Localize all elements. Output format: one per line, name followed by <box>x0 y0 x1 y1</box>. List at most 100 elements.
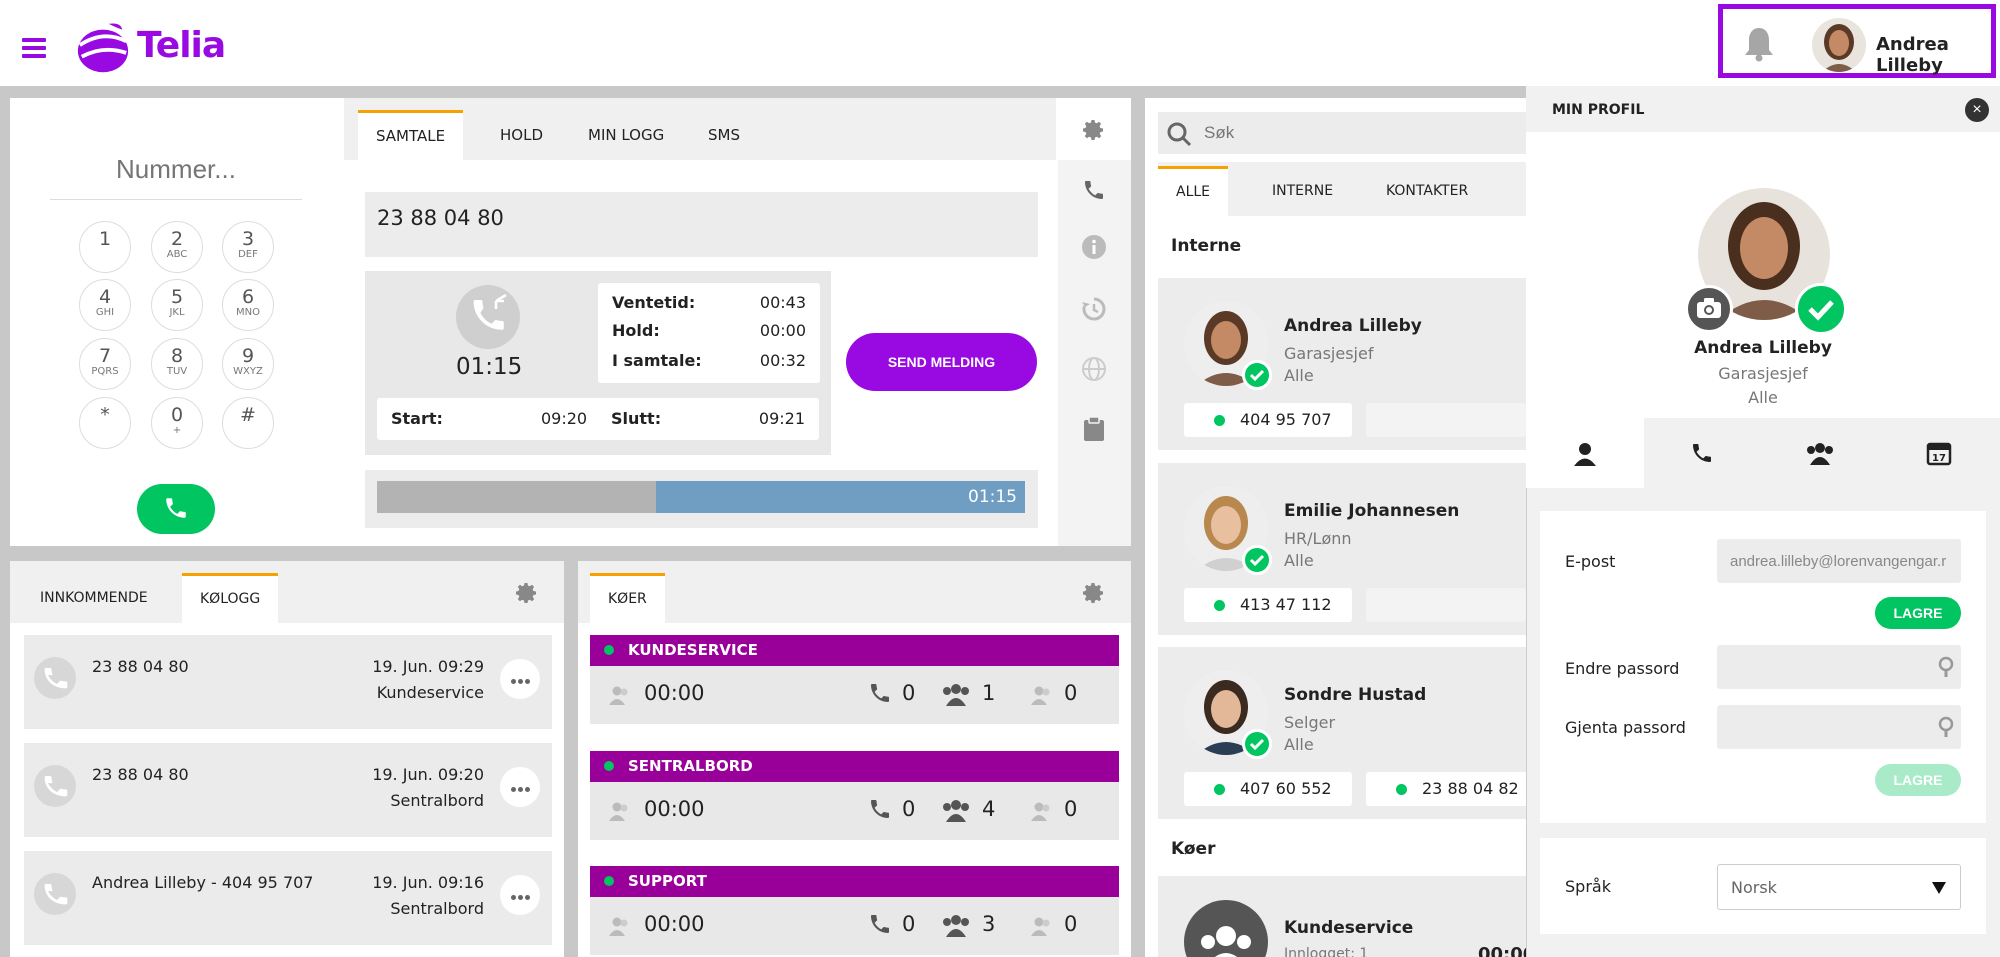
svg-text:17: 17 <box>1932 453 1946 464</box>
tab-sms[interactable]: SMS <box>690 110 758 160</box>
end-label: Slutt: <box>611 409 662 428</box>
tab-samtale[interactable]: SAMTALE <box>358 110 464 160</box>
avatar[interactable] <box>1812 18 1866 72</box>
tab-interne[interactable]: INTERNE <box>1254 166 1351 216</box>
tab-hold[interactable]: HOLD <box>482 110 561 160</box>
list-item[interactable]: 23 88 04 80 19. Jun. 09:20 Sentralbord <box>24 743 552 837</box>
tab-innkommende[interactable]: INNKOMMENDE <box>22 573 166 623</box>
dial-key[interactable]: 8 TUV <box>151 338 203 390</box>
call-times: Start: 09:20 Slutt: 09:21 <box>377 398 819 440</box>
info-icon[interactable] <box>1081 234 1107 260</box>
queue-name: KUNDESERVICE <box>628 641 758 659</box>
stat-label: Ventetid: <box>612 293 696 312</box>
dial-key[interactable]: 4 GHI <box>79 279 131 331</box>
email-field[interactable] <box>1717 539 1961 583</box>
dial-key[interactable]: 9 WXYZ <box>222 338 274 390</box>
tab-koer[interactable]: KØER <box>590 573 665 623</box>
person-icon <box>1030 685 1054 710</box>
phone-icon[interactable] <box>1082 178 1106 202</box>
status-dot <box>604 876 614 886</box>
dial-key[interactable]: 2 ABC <box>151 221 203 273</box>
tab-alle[interactable]: ALLE <box>1158 166 1229 216</box>
list-item[interactable]: Andrea Lilleby - 404 95 707 19. Jun. 09:1… <box>24 851 552 945</box>
list-item[interactable]: 23 88 04 80 19. Jun. 09:29 Kundeservice <box>24 635 552 729</box>
queue-calls: 0 <box>902 681 916 705</box>
queue-time: 00:00 <box>644 912 705 936</box>
incoming-call-icon <box>34 873 76 915</box>
dial-key[interactable]: 7 PQRS <box>79 338 131 390</box>
queue-stats: 00:00 0 4 0 <box>590 782 1119 840</box>
phone-icon <box>868 797 892 826</box>
call-button[interactable] <box>137 484 215 534</box>
dial-key[interactable]: 1 <box>79 221 131 273</box>
queue-waiting: 0 <box>1064 797 1078 821</box>
dial-key[interactable]: 5 JKL <box>151 279 203 331</box>
close-icon[interactable]: × <box>1965 98 1989 122</box>
call-progress-fill: 01:15 <box>655 481 1025 513</box>
contact-name: Sondre Hustad <box>1284 685 1427 705</box>
contact-phone[interactable]: 404 95 707 <box>1184 403 1352 437</box>
queue-header[interactable]: KUNDESERVICE <box>590 635 1119 666</box>
key-icon[interactable] <box>1936 656 1956 678</box>
key-icon[interactable] <box>1936 716 1956 738</box>
menu-icon[interactable] <box>22 38 46 60</box>
more-options-icon[interactable] <box>500 767 540 807</box>
tab-kologg[interactable]: KØLOGG <box>182 573 279 623</box>
log-tabs: INNKOMMENDE KØLOGG <box>10 561 564 623</box>
queue-name: SUPPORT <box>628 872 707 890</box>
status-dot <box>1214 784 1225 795</box>
number-input[interactable] <box>50 140 302 200</box>
send-message-button[interactable]: SEND MELDING <box>846 333 1037 391</box>
save-password-button[interactable]: LAGRE <box>1875 764 1961 796</box>
dial-key[interactable]: 3 DEF <box>222 221 274 273</box>
log-number: 23 88 04 80 <box>92 657 189 676</box>
contact-group: Alle <box>1284 735 1314 754</box>
globe-icon[interactable] <box>1081 356 1107 382</box>
phone-number: 407 60 552 <box>1240 779 1332 798</box>
gear-icon[interactable] <box>1082 581 1106 605</box>
dial-key[interactable]: 0 + <box>151 397 203 449</box>
incoming-call-icon <box>456 285 520 349</box>
camera-icon[interactable] <box>1685 285 1733 333</box>
status-dot <box>604 761 614 771</box>
queue-header[interactable]: SUPPORT <box>590 866 1119 897</box>
change-password-field[interactable] <box>1717 645 1961 689</box>
language-select[interactable]: Norsk <box>1717 864 1961 910</box>
profile-tab-group[interactable] <box>1762 418 1880 488</box>
bell-icon[interactable] <box>1743 26 1775 62</box>
gear-icon[interactable] <box>515 581 539 605</box>
queue-header[interactable]: SENTRALBORD <box>590 751 1119 782</box>
more-options-icon[interactable] <box>500 659 540 699</box>
person-icon <box>608 916 632 941</box>
queue-name: SENTRALBORD <box>628 757 753 775</box>
dial-key[interactable]: # <box>222 397 274 449</box>
status-dot <box>1214 600 1225 611</box>
contact-phone[interactable]: 23 88 04 82 <box>1366 772 1534 806</box>
contact-phone[interactable]: 413 47 112 <box>1184 588 1352 622</box>
key-digit: 4 <box>98 286 112 308</box>
profile-role: Garasjesjef <box>1718 364 1808 383</box>
tab-min-logg[interactable]: MIN LOGG <box>570 110 682 160</box>
more-options-icon[interactable] <box>500 875 540 915</box>
language-value: Norsk <box>1731 878 1777 897</box>
language-label: Språk <box>1565 877 1611 896</box>
dial-key[interactable]: 6 MNO <box>222 279 274 331</box>
key-digit: # <box>240 404 256 426</box>
person-icon <box>608 801 632 826</box>
dial-key[interactable]: * <box>79 397 131 449</box>
profile-tab-calendar[interactable]: 17 <box>1880 418 1998 488</box>
clipboard-icon[interactable] <box>1082 416 1106 442</box>
queue-calls: 0 <box>902 912 916 936</box>
tab-kontakter[interactable]: KONTAKTER <box>1368 166 1486 216</box>
repeat-password-field[interactable] <box>1717 705 1961 749</box>
start-label: Start: <box>391 409 443 428</box>
profile-tab-phone[interactable] <box>1644 418 1762 488</box>
contact-phone[interactable]: 407 60 552 <box>1184 772 1352 806</box>
profile-tab-user[interactable] <box>1526 418 1644 488</box>
chevron-down-icon <box>1932 882 1946 894</box>
user-name: Andrea Lilleby <box>1876 34 1949 76</box>
save-button[interactable]: LAGRE <box>1875 597 1961 629</box>
gear-icon[interactable] <box>1082 118 1106 142</box>
status-check-icon[interactable] <box>1795 283 1847 335</box>
history-icon[interactable] <box>1081 296 1107 322</box>
